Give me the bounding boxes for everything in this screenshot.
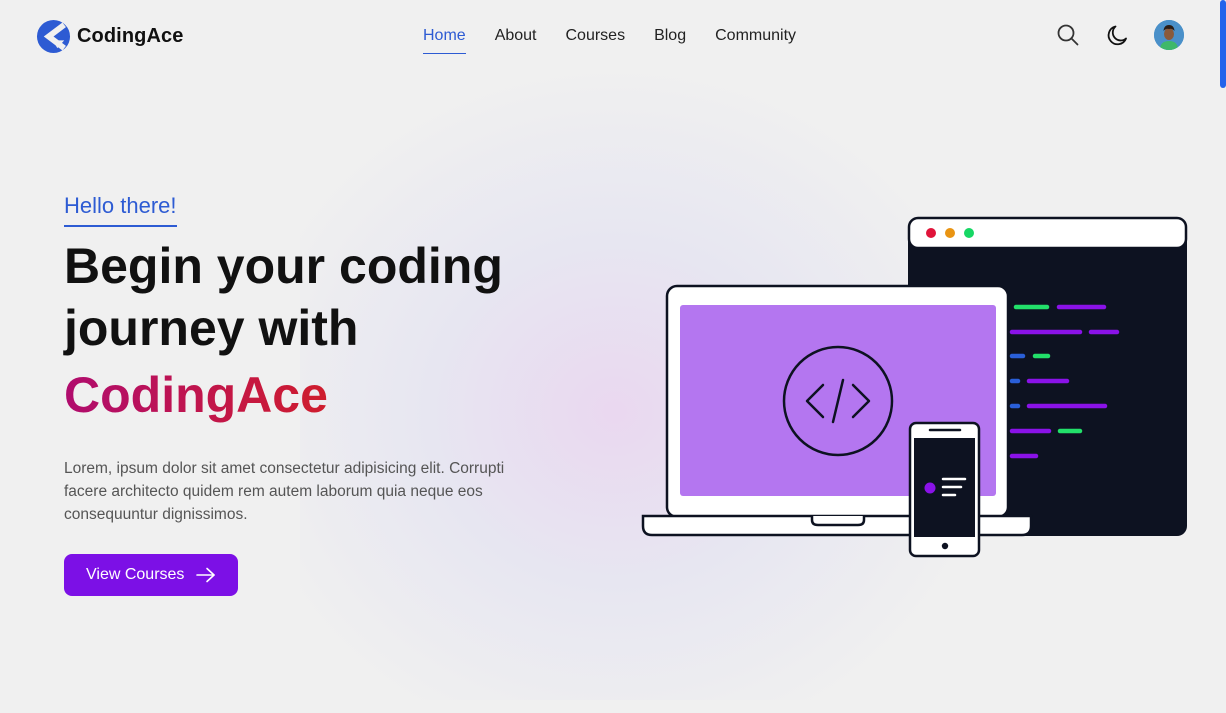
hero-greeting: Hello there! [64,193,177,227]
header-tools [1054,20,1184,50]
nav-about[interactable]: About [495,27,537,54]
hero-title-line2: journey with [64,300,359,356]
window-maximize-dot [964,228,974,238]
view-courses-button[interactable]: View Courses [64,554,239,596]
brand-logo-link[interactable]: CodingAce [36,19,183,54]
theme-toggle-button[interactable] [1104,21,1132,49]
nav-blog[interactable]: Blog [654,27,686,54]
codingace-logo-icon [36,19,71,54]
hero-section: Hello there! Begin your coding journey w… [64,193,584,596]
window-close-dot [926,228,936,238]
nav-community[interactable]: Community [715,27,796,54]
avatar-icon [1154,20,1184,50]
window-minimize-dot [945,228,955,238]
hero-title-line1: Begin your coding [64,238,503,294]
brand-name: CodingAce [77,25,184,47]
phone [908,421,981,558]
search-icon [1057,24,1079,46]
hero-illustration [641,216,1188,558]
main-nav: Home About Courses Blog Community [423,27,796,54]
user-avatar[interactable] [1154,20,1184,50]
arrow-right-icon [196,567,216,583]
hero-description: Lorem, ipsum dolor sit amet consectetur … [64,460,505,523]
site-header: CodingAce Home About Courses Blog Commun… [0,0,1226,72]
nav-courses[interactable]: Courses [566,27,626,54]
hero-title-brand: CodingAce [64,359,328,431]
view-courses-label: View Courses [86,566,185,583]
search-button[interactable] [1054,21,1082,49]
nav-home[interactable]: Home [423,27,466,54]
hero-title: Begin your coding journey with CodingAce [64,235,584,431]
moon-icon [1107,25,1127,46]
